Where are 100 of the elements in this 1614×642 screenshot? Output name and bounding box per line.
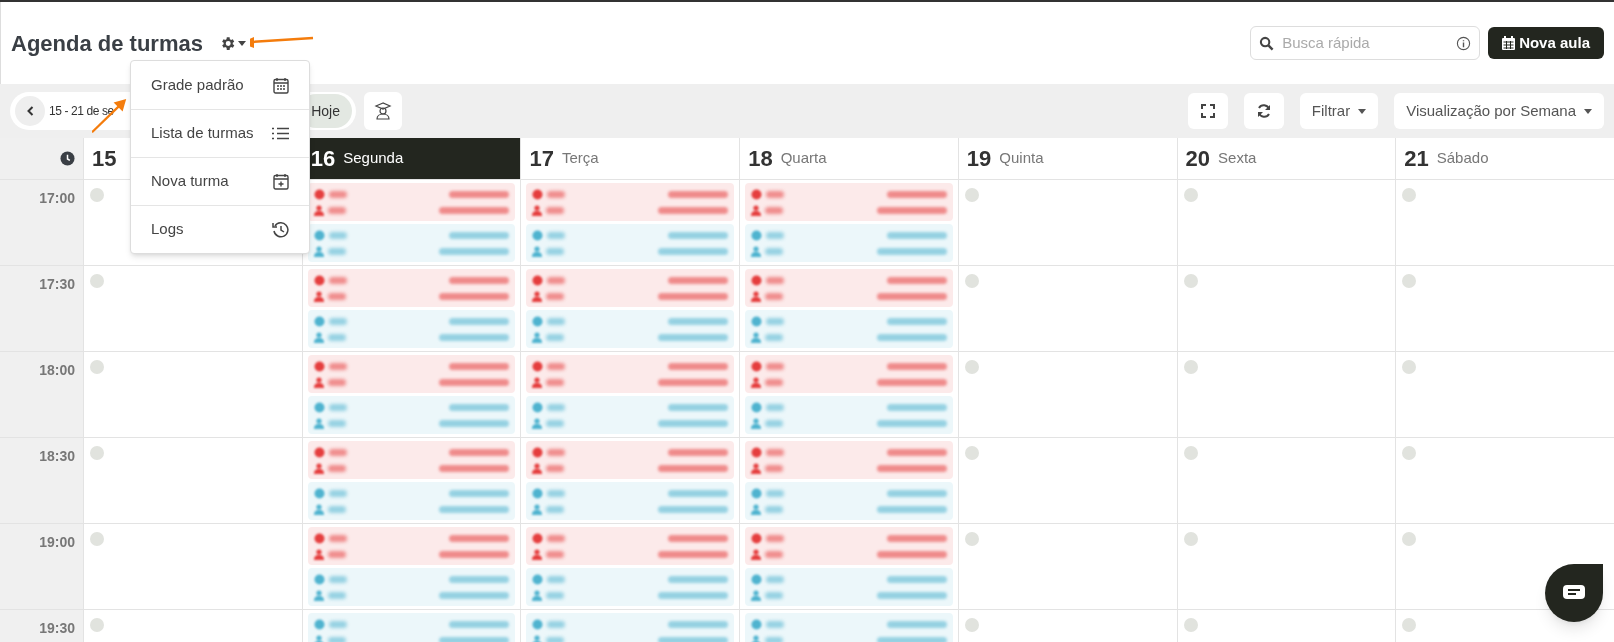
event-card[interactable] [526,355,735,393]
event-card[interactable] [307,224,516,262]
event-card[interactable] [307,310,516,348]
new-class-button[interactable]: Nova aula [1488,27,1604,59]
dot-icon [751,188,763,200]
filter-dropdown[interactable]: Filtrar [1299,93,1379,129]
event-card[interactable] [526,224,735,262]
event-card[interactable] [307,183,516,221]
person-icon [751,331,762,343]
event-card[interactable] [526,269,735,307]
person-icon [751,417,762,429]
event-card[interactable] [526,527,735,565]
person-icon [532,376,543,388]
chat-icon [1563,585,1585,601]
event-card[interactable] [526,482,735,520]
chat-button[interactable] [1545,564,1603,622]
day-header[interactable]: 17 Terça [520,138,740,180]
event-card[interactable] [745,568,953,606]
person-icon [532,634,543,642]
view-dropdown[interactable]: Visualização por Semana [1394,93,1604,129]
event-card[interactable] [745,441,953,479]
event-card[interactable] [307,613,516,642]
dot-icon [313,401,325,413]
time-label: 19:30 [39,619,75,638]
dot-icon [751,446,763,458]
dot-icon [532,229,544,241]
dot-icon [532,401,544,413]
person-icon [313,417,324,429]
event-card[interactable] [307,441,516,479]
person-icon [532,589,543,601]
event-card[interactable] [745,482,953,520]
event-card[interactable] [307,527,516,565]
menu-item[interactable]: Logs [131,205,309,253]
dot-icon [313,315,325,327]
event-card[interactable] [526,613,735,642]
person-icon [313,290,324,302]
person-icon [751,462,762,474]
menu-item[interactable]: Lista de turmas [131,109,309,157]
expand-icon [1200,104,1215,118]
person-icon [313,204,324,216]
refresh-button[interactable] [1243,93,1284,129]
fullscreen-button[interactable] [1187,93,1228,129]
day-header[interactable]: 21 Sábado [1395,138,1614,180]
search-field[interactable]: Busca rápida [1250,26,1481,60]
dot-icon [532,532,544,544]
dot-icon [751,315,763,327]
dot-icon [751,360,763,372]
person-icon [313,548,324,560]
dot-icon [532,188,544,200]
event-card[interactable] [526,183,735,221]
person-icon [313,245,324,257]
caret-icon [1358,108,1367,114]
event-card[interactable] [745,527,953,565]
clock-icon [60,151,75,166]
time-label: 17:30 [39,275,75,294]
search-input[interactable]: Busca rápida [1282,31,1449,55]
person-icon [532,204,543,216]
event-card[interactable] [526,568,735,606]
event-card[interactable] [745,613,953,642]
graduate-icon [374,102,392,120]
person-icon [532,462,543,474]
dot-icon [313,618,325,630]
dot-icon [751,229,763,241]
teacher-button[interactable] [364,92,402,130]
dot-icon [532,446,544,458]
person-icon [751,204,762,216]
dot-icon [313,573,325,585]
event-card[interactable] [745,310,953,348]
event-card[interactable] [745,396,953,434]
page-title: Agenda de turmas [11,29,203,58]
event-card[interactable] [745,224,953,262]
previous-button[interactable] [15,96,45,126]
event-card[interactable] [307,355,516,393]
event-card[interactable] [526,441,735,479]
event-card[interactable] [526,396,735,434]
person-icon [313,376,324,388]
day-header[interactable]: 20 Sexta [1176,138,1396,180]
event-card[interactable] [307,269,516,307]
event-card[interactable] [307,568,516,606]
event-card[interactable] [745,355,953,393]
day-header[interactable]: 19 Quinta [957,138,1177,180]
event-card[interactable] [745,183,953,221]
list-icon [272,127,289,140]
caret-icon [237,40,246,46]
day-header[interactable]: 18 Quarta [739,138,958,180]
event-card[interactable] [526,310,735,348]
annotation-arrow [250,34,314,50]
person-icon [751,503,762,515]
dot-icon [532,573,544,585]
event-card[interactable] [307,396,516,434]
person-icon [532,417,543,429]
person-icon [751,290,762,302]
person-icon [751,634,762,642]
person-icon [751,589,762,601]
person-icon [313,503,324,515]
event-card[interactable] [745,269,953,307]
history-icon [272,221,289,238]
menu-item[interactable]: Nova turma [131,157,309,205]
person-icon [751,548,762,560]
event-card[interactable] [307,482,516,520]
